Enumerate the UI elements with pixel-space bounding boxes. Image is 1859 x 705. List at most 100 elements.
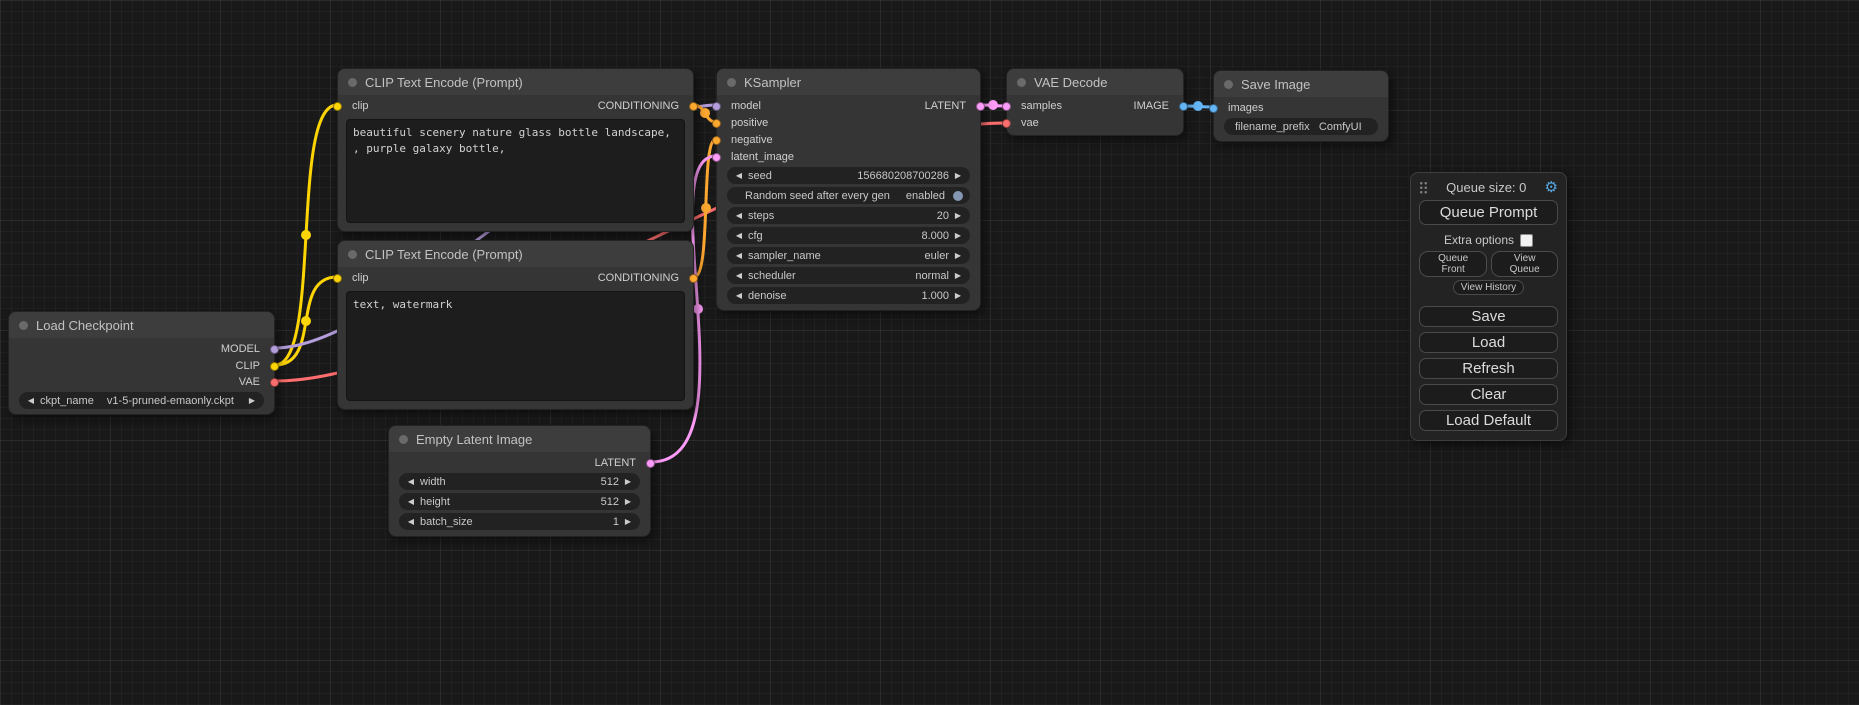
- node-title-bar[interactable]: Load Checkpoint: [9, 312, 274, 338]
- clear-button[interactable]: Clear: [1419, 384, 1558, 405]
- cfg-widget[interactable]: ◀ cfg 8.000 ▶: [727, 227, 970, 244]
- node-load-checkpoint[interactable]: Load Checkpoint MODEL CLIP VAE ◀ ckpt_na…: [8, 311, 275, 415]
- decrement-arrow-icon[interactable]: ◀: [734, 171, 744, 180]
- extra-options-checkbox[interactable]: [1520, 234, 1533, 247]
- queue-size-label: Queue size: 0: [1428, 180, 1545, 195]
- increment-arrow-icon[interactable]: ▶: [623, 517, 633, 526]
- decrement-arrow-icon[interactable]: ◀: [734, 211, 744, 220]
- increment-arrow-icon[interactable]: ▶: [247, 396, 257, 405]
- extra-options-label: Extra options: [1444, 233, 1514, 247]
- node-ksampler[interactable]: KSampler model LATENT positive negative …: [716, 68, 981, 311]
- output-port-conditioning[interactable]: [689, 274, 698, 283]
- collapse-dot[interactable]: [19, 321, 28, 330]
- output-port-image[interactable]: [1179, 102, 1188, 111]
- denoise-widget[interactable]: ◀ denoise 1.000 ▶: [727, 287, 970, 304]
- collapse-dot[interactable]: [399, 435, 408, 444]
- increment-arrow-icon[interactable]: ▶: [953, 231, 963, 240]
- node-title-bar[interactable]: CLIP Text Encode (Prompt): [338, 241, 693, 267]
- decrement-arrow-icon[interactable]: ◀: [406, 517, 416, 526]
- input-port-images[interactable]: [1209, 104, 1218, 113]
- collapse-dot[interactable]: [1224, 80, 1233, 89]
- node-title: Load Checkpoint: [36, 318, 134, 333]
- node-clip-text-encode-positive[interactable]: CLIP Text Encode (Prompt) clip CONDITION…: [337, 68, 694, 232]
- node-title-bar[interactable]: VAE Decode: [1007, 69, 1183, 95]
- queue-prompt-button[interactable]: Queue Prompt: [1419, 200, 1558, 225]
- node-title-bar[interactable]: KSampler: [717, 69, 980, 95]
- filename-prefix-widget[interactable]: filename_prefix ComfyUI: [1224, 118, 1378, 135]
- increment-arrow-icon[interactable]: ▶: [623, 497, 633, 506]
- save-button[interactable]: Save: [1419, 306, 1558, 327]
- collapse-dot[interactable]: [348, 78, 357, 87]
- decrement-arrow-icon[interactable]: ◀: [406, 477, 416, 486]
- widget-value: euler: [821, 250, 949, 262]
- batch-size-widget[interactable]: ◀ batch_size 1 ▶: [399, 513, 640, 530]
- output-label-model: MODEL: [221, 341, 260, 358]
- input-port-negative[interactable]: [712, 136, 721, 145]
- output-port-vae[interactable]: [270, 378, 279, 387]
- node-title-bar[interactable]: Empty Latent Image: [389, 426, 650, 452]
- input-port-positive[interactable]: [712, 119, 721, 128]
- increment-arrow-icon[interactable]: ▶: [953, 251, 963, 260]
- node-title-bar[interactable]: Save Image: [1214, 71, 1388, 97]
- input-port-latent-image[interactable]: [712, 153, 721, 162]
- positive-prompt-textarea[interactable]: beautiful scenery nature glass bottle la…: [346, 119, 685, 223]
- decrement-arrow-icon[interactable]: ◀: [26, 396, 36, 405]
- widget-value: 20: [774, 210, 949, 222]
- collapse-dot[interactable]: [727, 78, 736, 87]
- input-port-vae[interactable]: [1002, 119, 1011, 128]
- collapse-dot[interactable]: [1017, 78, 1026, 87]
- output-port-conditioning[interactable]: [689, 102, 698, 111]
- queue-front-button[interactable]: Queue Front: [1419, 251, 1487, 277]
- output-port-clip[interactable]: [270, 362, 279, 371]
- refresh-button[interactable]: Refresh: [1419, 358, 1558, 379]
- seed-widget[interactable]: ◀ seed 156680208700286 ▶: [727, 167, 970, 184]
- input-port-clip[interactable]: [333, 274, 342, 283]
- settings-gear-icon[interactable]: ⚙: [1545, 180, 1558, 195]
- increment-arrow-icon[interactable]: ▶: [623, 477, 633, 486]
- output-port-latent[interactable]: [646, 459, 655, 468]
- load-default-button[interactable]: Load Default: [1419, 410, 1558, 431]
- decrement-arrow-icon[interactable]: ◀: [734, 231, 744, 240]
- random-seed-toggle[interactable]: Random seed after every gen enabled: [727, 187, 970, 204]
- height-widget[interactable]: ◀ height 512 ▶: [399, 493, 640, 510]
- decrement-arrow-icon[interactable]: ◀: [734, 251, 744, 260]
- collapse-dot[interactable]: [348, 250, 357, 259]
- io-row: images: [1214, 100, 1388, 117]
- ckpt-name-widget[interactable]: ◀ ckpt_name v1-5-pruned-emaonly.ckpt ▶: [19, 392, 264, 409]
- increment-arrow-icon[interactable]: ▶: [953, 211, 963, 220]
- widget-label: batch_size: [420, 516, 473, 528]
- view-queue-button[interactable]: View Queue: [1491, 251, 1558, 277]
- widget-label: height: [420, 496, 450, 508]
- input-port-samples[interactable]: [1002, 102, 1011, 111]
- node-title: VAE Decode: [1034, 75, 1107, 90]
- output-port-model[interactable]: [270, 345, 279, 354]
- node-clip-text-encode-negative[interactable]: CLIP Text Encode (Prompt) clip CONDITION…: [337, 240, 694, 410]
- input-port-model[interactable]: [712, 102, 721, 111]
- node-save-image[interactable]: Save Image images filename_prefix ComfyU…: [1213, 70, 1389, 142]
- load-button[interactable]: Load: [1419, 332, 1558, 353]
- input-label-images: images: [1228, 100, 1263, 117]
- widget-label: cfg: [748, 230, 763, 242]
- decrement-arrow-icon[interactable]: ◀: [734, 271, 744, 280]
- output-row: LATENT: [389, 455, 650, 472]
- drag-handle-icon[interactable]: [1419, 181, 1428, 194]
- toggle-indicator[interactable]: [953, 191, 963, 201]
- input-port-clip[interactable]: [333, 102, 342, 111]
- increment-arrow-icon[interactable]: ▶: [953, 271, 963, 280]
- increment-arrow-icon[interactable]: ▶: [953, 171, 963, 180]
- decrement-arrow-icon[interactable]: ◀: [734, 291, 744, 300]
- output-port-latent[interactable]: [976, 102, 985, 111]
- negative-prompt-textarea[interactable]: text, watermark: [346, 291, 685, 401]
- node-graph-canvas[interactable]: Load Checkpoint MODEL CLIP VAE ◀ ckpt_na…: [0, 0, 1859, 705]
- steps-widget[interactable]: ◀ steps 20 ▶: [727, 207, 970, 224]
- sampler-name-widget[interactable]: ◀ sampler_name euler ▶: [727, 247, 970, 264]
- scheduler-widget[interactable]: ◀ scheduler normal ▶: [727, 267, 970, 284]
- node-title-bar[interactable]: CLIP Text Encode (Prompt): [338, 69, 693, 95]
- input-label-vae: vae: [1021, 115, 1039, 132]
- node-empty-latent-image[interactable]: Empty Latent Image LATENT ◀ width 512 ▶ …: [388, 425, 651, 537]
- node-vae-decode[interactable]: VAE Decode samples IMAGE vae: [1006, 68, 1184, 136]
- width-widget[interactable]: ◀ width 512 ▶: [399, 473, 640, 490]
- decrement-arrow-icon[interactable]: ◀: [406, 497, 416, 506]
- increment-arrow-icon[interactable]: ▶: [953, 291, 963, 300]
- view-history-button[interactable]: View History: [1453, 280, 1524, 295]
